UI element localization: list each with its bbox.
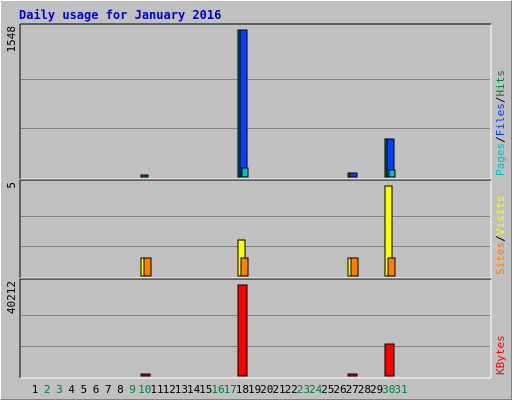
day-label-2: 2 <box>44 383 51 396</box>
day-labels: 1 2 3 4 5 6 7 8 9 1011121314151617181920212223242… <box>32 383 408 396</box>
panel-background <box>20 279 491 378</box>
panel-kbytes: 40212 KBytes <box>5 278 507 379</box>
day-label-3: 3 <box>56 383 63 396</box>
legend-visits-sites: Sites/Visits <box>494 196 507 276</box>
ymax-label: 5 <box>5 182 18 189</box>
day-label-31: 31 <box>394 383 407 396</box>
bar-files-day-18 <box>239 29 248 178</box>
panel-background <box>20 180 491 278</box>
usage-chart: Daily usage for January 2016 1548Pages/F… <box>5 8 507 396</box>
chart-panels: 1548Pages/Files/Hits5Sites/Visits40212KB… <box>5 23 507 379</box>
bar-sites-day-18 <box>240 257 249 277</box>
panel-visits-sites: 5 Sites/Visits <box>5 179 507 279</box>
bar-kbytes-day-10 <box>140 373 151 377</box>
bar-hits-day-10 <box>140 174 149 178</box>
legend-separator: / <box>494 235 507 242</box>
legend-item-files: Files <box>494 103 507 136</box>
bar-kbytes-day-27 <box>347 373 358 377</box>
day-label-8: 8 <box>117 383 124 396</box>
day-label-4: 4 <box>68 383 75 396</box>
day-label-7: 7 <box>105 383 112 396</box>
day-label-5: 5 <box>80 383 87 396</box>
legend-hits-files-pages: Pages/Files/Hits <box>494 70 507 176</box>
bar-kbytes-day-30 <box>384 343 395 377</box>
ymax-label: 1548 <box>5 26 18 53</box>
legend-item-kbytes: KBytes <box>494 335 507 375</box>
bar-pages-day-18 <box>241 167 249 178</box>
bar-sites-day-27 <box>350 257 359 277</box>
bar-files-day-27 <box>349 172 358 178</box>
bar-sites-day-10 <box>143 257 152 277</box>
chart-title: Daily usage for January 2016 <box>19 8 221 22</box>
bar-sites-day-30 <box>387 257 396 277</box>
legend-separator: / <box>494 136 507 143</box>
panel-hits-files-pages: 1548Pages/Files/Hits <box>5 23 507 180</box>
day-label-9: 9 <box>129 383 136 396</box>
legend-separator: / <box>494 97 507 104</box>
day-label-1: 1 <box>32 383 39 396</box>
panel-background <box>20 24 491 179</box>
legend-item-hits: Hits <box>494 70 507 97</box>
legend-item-sites: Sites <box>494 242 507 275</box>
bar-kbytes-day-18 <box>237 284 248 377</box>
day-label-6: 6 <box>93 383 100 396</box>
legend-kbytes: KBytes <box>494 335 507 375</box>
ymax-label: 40212 <box>5 281 18 314</box>
bar-pages-day-30 <box>388 169 396 178</box>
legend-item-visits: Visits <box>494 196 507 236</box>
legend-item-pages: Pages <box>494 143 507 176</box>
